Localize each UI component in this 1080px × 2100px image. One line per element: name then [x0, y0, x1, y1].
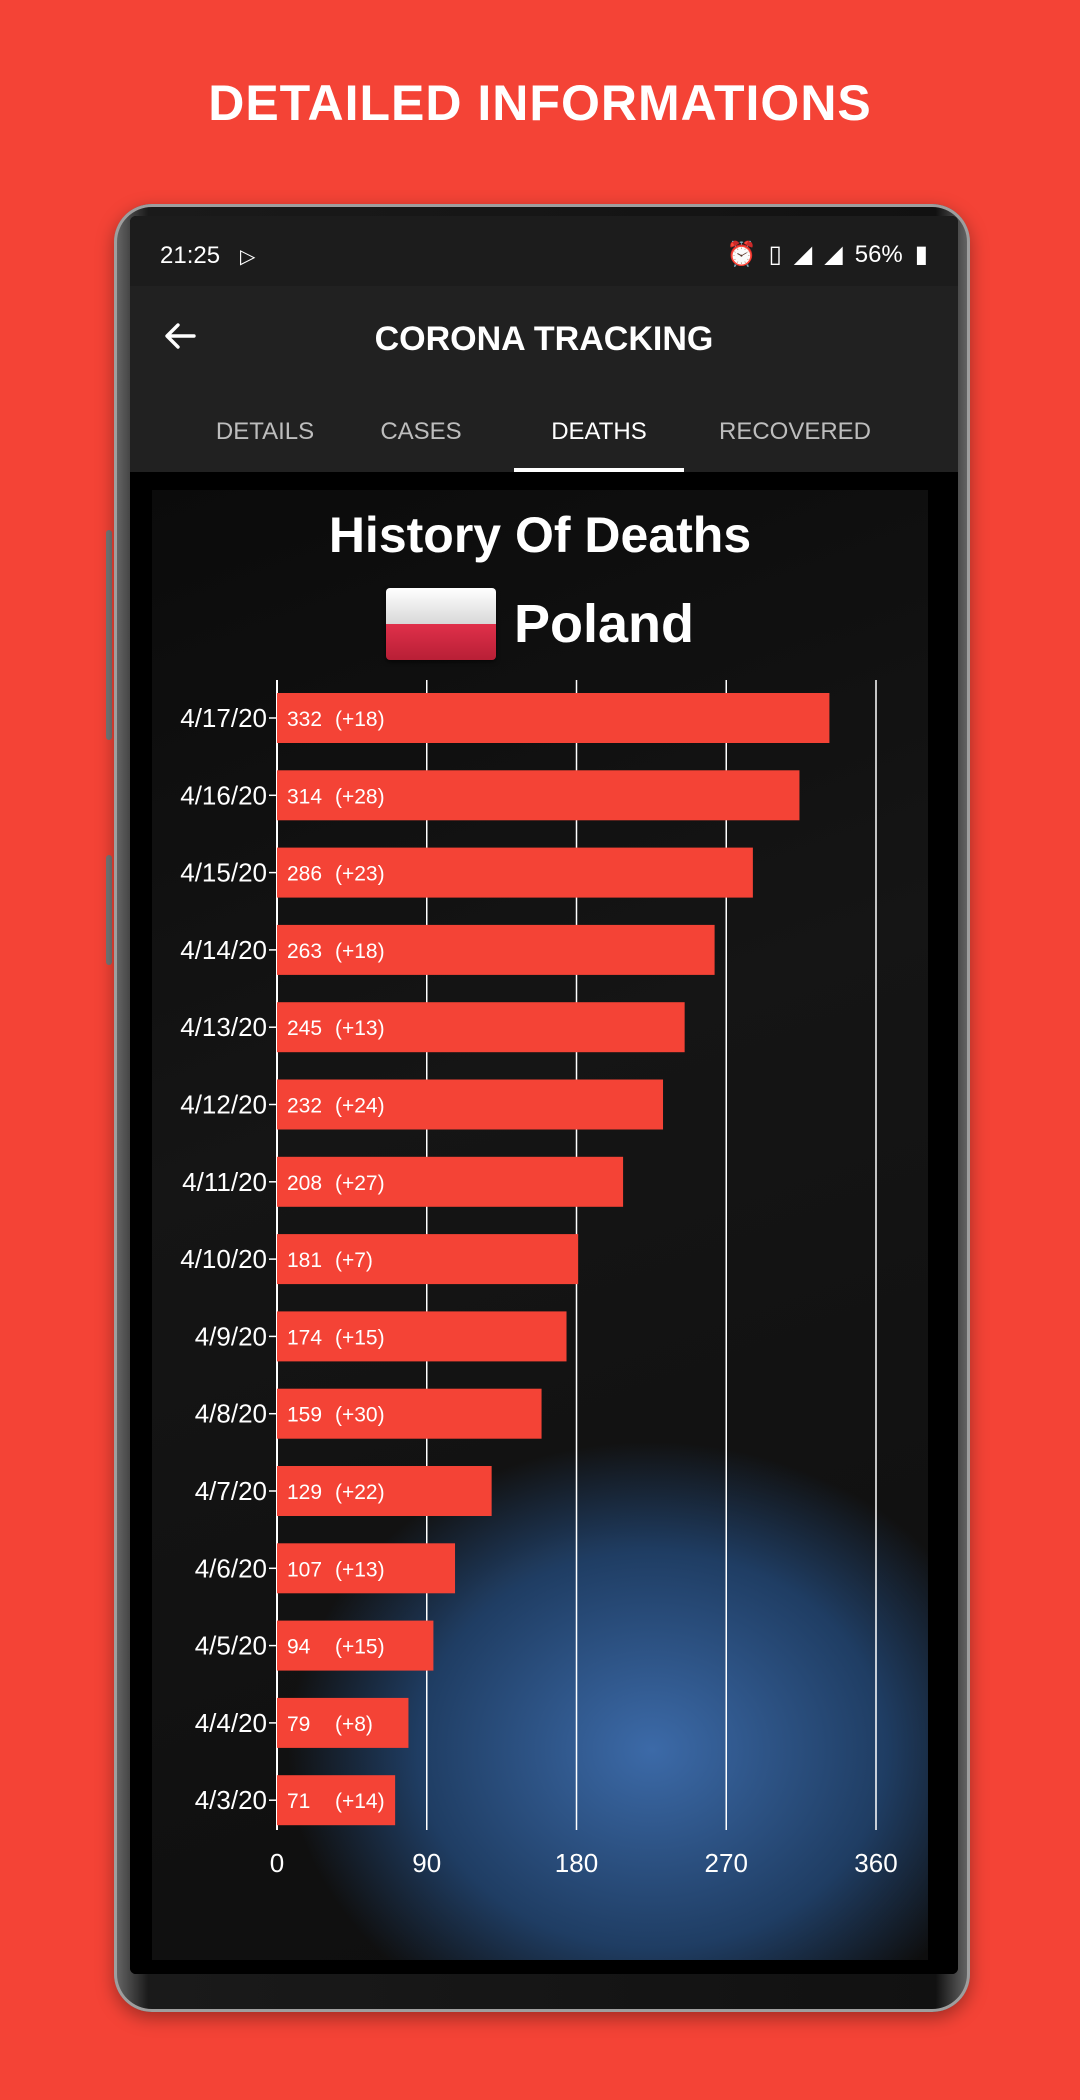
bar-change-label: (+18)	[335, 940, 385, 963]
y-tick-label: 4/7/20	[195, 1476, 267, 1506]
bar-change-label: (+15)	[335, 1636, 385, 1659]
alarm-icon: ⏰	[726, 241, 757, 268]
promo-title: DETAILED INFORMATIONS	[208, 75, 872, 131]
bar	[277, 1234, 579, 1285]
play-store-icon: ▷	[240, 246, 256, 268]
y-tick-label: 4/15/20	[180, 858, 267, 888]
bar-change-label: (+7)	[335, 1249, 373, 1272]
bar-value-label: 71	[287, 1790, 310, 1813]
y-tick-label: 4/5/20	[195, 1631, 267, 1661]
country-name: Poland	[513, 594, 694, 654]
x-tick-label: 180	[555, 1848, 598, 1878]
y-tick-label: 4/12/20	[180, 1090, 267, 1120]
deaths-content: History Of Deaths Poland 0 90 180 270 360 4/1…	[130, 472, 958, 1974]
bar-value-label: 286	[287, 863, 322, 886]
y-tick-label: 4/16/20	[180, 780, 267, 810]
bar-value-label: 174	[287, 1326, 322, 1349]
y-tick-label: 4/4/20	[195, 1708, 267, 1738]
app-title: CORONA TRACKING	[374, 320, 714, 358]
bar	[277, 1156, 624, 1207]
bar-change-label: (+30)	[335, 1404, 385, 1427]
signal-4g-icon: ◢	[824, 241, 843, 268]
country-row: Poland	[152, 588, 928, 660]
y-tick-label: 4/17/20	[180, 703, 267, 733]
bar-change-label: (+13)	[335, 1017, 385, 1040]
tab-recovered[interactable]: RECOVERED	[700, 392, 890, 472]
tab-deaths[interactable]: DEATHS	[514, 392, 684, 472]
y-tick-label: 4/6/20	[195, 1553, 267, 1583]
bar-value-label: 79	[287, 1713, 310, 1736]
y-tick-label: 4/11/20	[182, 1167, 267, 1197]
bar-change-label: (+28)	[335, 785, 385, 808]
status-time: 21:25	[160, 242, 221, 269]
tab-bar: DETAILS CASES DEATHS RECOVERED	[130, 392, 958, 472]
bar-value-label: 208	[287, 1172, 322, 1195]
bar-value-label: 263	[287, 940, 322, 963]
x-tick-label: 0	[270, 1848, 284, 1878]
bar-value-label: 332	[287, 708, 322, 731]
x-tick-label: 360	[854, 1848, 897, 1878]
bar-value-label: 129	[287, 1481, 322, 1504]
x-tick-label: 270	[705, 1848, 748, 1878]
x-tick-label: 90	[412, 1848, 441, 1878]
chart-title: History Of Deaths	[328, 507, 752, 563]
bar-value-label: 314	[287, 785, 322, 808]
bar-change-label: (+15)	[335, 1326, 385, 1349]
phone-screen: 21:25 ▷ ⏰ ▯ ◢ ◢ 56% ▮ CORONA TRACKING DE…	[130, 216, 958, 1974]
battery-text: 56%	[854, 240, 903, 268]
bar-change-label: (+23)	[335, 863, 385, 886]
bar-change-label: (+13)	[335, 1558, 385, 1581]
poland-flag-icon	[385, 588, 496, 660]
y-tick-label: 4/8/20	[195, 1399, 267, 1429]
status-icons: ⏰ ▯ ◢ ◢ 56% ▮	[727, 240, 928, 269]
bar-value-label: 159	[287, 1404, 322, 1427]
signal-icon: ◢	[793, 241, 813, 268]
y-tick-label: 4/10/20	[180, 1244, 267, 1274]
bar-value-label: 181	[287, 1249, 322, 1272]
bar-value-label: 107	[287, 1558, 322, 1581]
history-card: History Of Deaths Poland 0 90 180 270 360 4/1…	[152, 490, 928, 1960]
y-tick-label: 4/9/20	[195, 1321, 267, 1351]
bar-value-label: 245	[287, 1017, 322, 1040]
tab-cases[interactable]: CASES	[356, 392, 486, 472]
power-button	[106, 855, 112, 965]
y-tick-label: 4/13/20	[180, 1012, 267, 1042]
bar-change-label: (+22)	[335, 1481, 385, 1504]
bar-value-label: 232	[287, 1095, 322, 1118]
vibrate-icon: ▯	[768, 241, 782, 268]
y-tick-label: 4/3/20	[195, 1785, 267, 1815]
bar-change-label: (+18)	[335, 708, 385, 731]
bar-change-label: (+24)	[335, 1095, 385, 1118]
deaths-bar-chart: 0 90 180 270 360 4/17/20 332 (+18) 4/16/20 314 (+2…	[180, 680, 898, 1878]
y-tick-label: 4/14/20	[180, 935, 267, 965]
battery-icon: ▮	[914, 241, 928, 268]
bar-value-label: 94	[287, 1636, 311, 1659]
tab-details[interactable]: DETAILS	[190, 392, 340, 472]
bar-change-label: (+14)	[335, 1790, 385, 1813]
bar-change-label: (+8)	[335, 1713, 373, 1736]
volume-button	[106, 530, 112, 740]
bar-change-label: (+27)	[335, 1172, 385, 1195]
app-bar: CORONA TRACKING	[130, 286, 958, 392]
status-bar: 21:25 ▷ ⏰ ▯ ◢ ◢ 56% ▮	[130, 216, 958, 286]
